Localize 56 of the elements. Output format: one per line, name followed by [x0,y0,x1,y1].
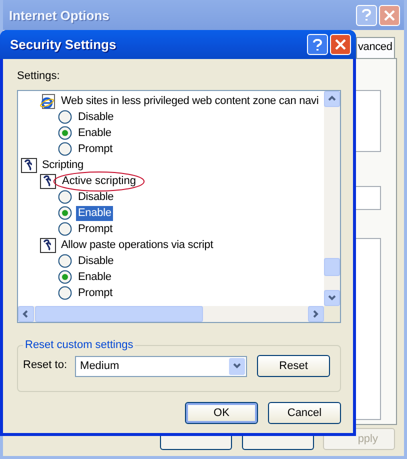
dialog-title: Security Settings [10,37,118,52]
reset-button[interactable]: Reset [257,355,330,377]
settings-label: Settings: [17,70,61,84]
close-icon [335,39,346,50]
category-label: Scripting [41,158,84,172]
scroll-thumb[interactable] [324,258,340,276]
vertical-scrollbar[interactable] [324,91,340,306]
tab[interactable]: vanced [356,37,395,58]
ok-button[interactable] [160,436,232,450]
radio-button[interactable] [58,286,72,300]
script-icon [21,158,37,172]
scroll-thumb[interactable] [35,306,203,322]
question-mark-icon [362,9,371,21]
reset-label: Reset to: [23,359,68,373]
close-icon [384,10,395,20]
option-label[interactable]: Prompt [76,222,115,236]
dialog-button[interactable]: Cancel [268,402,341,424]
scroll-up-button[interactable] [324,91,340,107]
setting-label: Allow paste operations via script [60,238,214,252]
help-button[interactable] [307,34,328,55]
option-label[interactable]: Enable [76,206,114,220]
group-title: Reset custom settings [24,339,134,351]
option-label[interactable]: Prompt [76,142,115,156]
cancel-button[interactable] [242,436,314,450]
radio-button[interactable] [58,126,72,140]
close-button[interactable] [379,4,400,26]
web-page-icon [40,94,56,108]
option-label[interactable]: Prompt [76,286,115,300]
setting-label: Active scripting [59,174,139,188]
scroll-left-button[interactable] [18,306,34,322]
radio-button[interactable] [58,142,72,156]
radio-button[interactable] [58,270,72,284]
radio-button[interactable] [58,206,72,220]
level-dropdown[interactable]: Medium [75,356,248,376]
script-icon [40,238,56,252]
list-box [355,90,381,152]
scroll-down-button[interactable] [324,290,340,306]
close-button[interactable] [330,34,351,55]
window-title: Internet Options [9,8,110,22]
option-label[interactable]: Enable [76,270,114,284]
setting-label: Web sites in less privileged web content zone can navi [60,94,320,108]
question-mark-icon [313,38,322,50]
radio-button[interactable] [58,110,72,124]
script-icon [40,174,56,188]
option-label[interactable]: Disable [76,110,116,124]
radio-button[interactable] [58,222,72,236]
radio-button[interactable] [58,254,72,268]
horizontal-scrollbar[interactable] [18,306,324,322]
option-label[interactable]: Disable [76,190,116,204]
scrollbar-corner [324,306,340,322]
radio-button[interactable] [58,190,72,204]
scroll-right-button[interactable] [308,306,324,322]
option-label[interactable]: Disable [76,254,116,268]
dialog-button[interactable]: OK [185,402,258,424]
option-label[interactable]: Enable [76,126,114,140]
help-button[interactable] [356,4,377,26]
